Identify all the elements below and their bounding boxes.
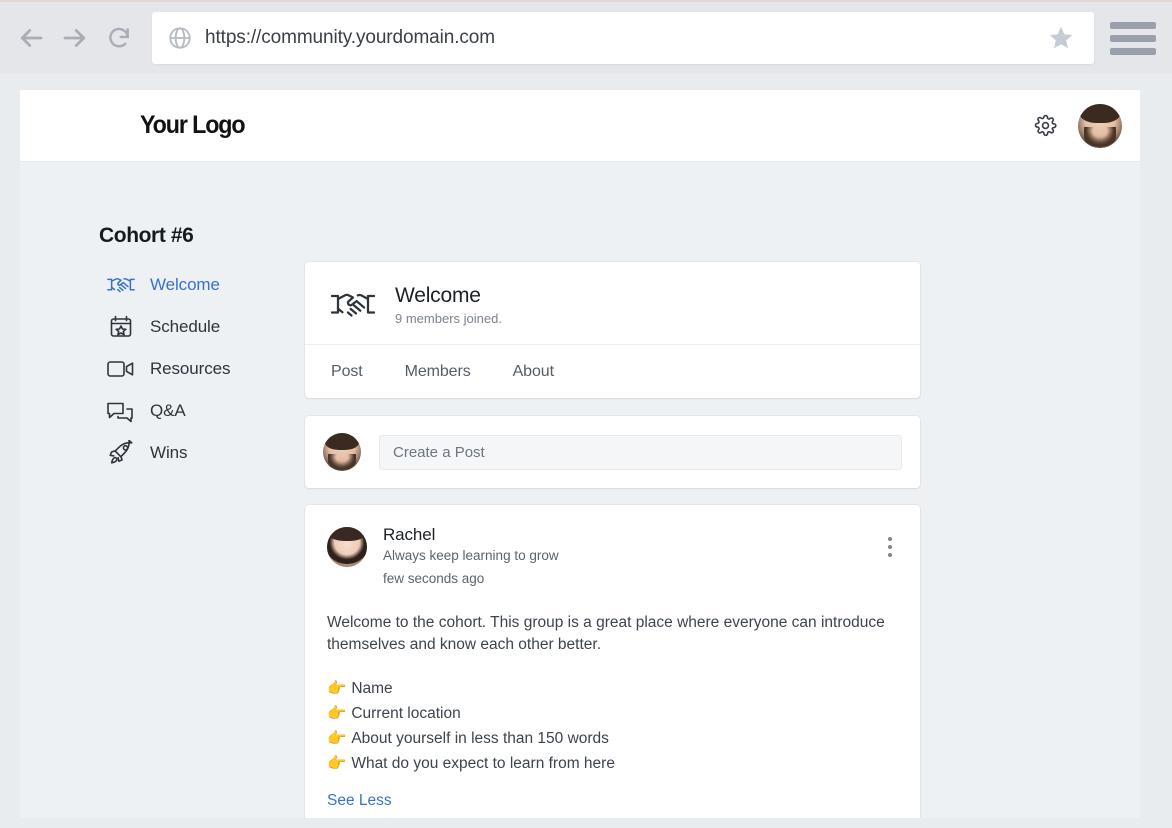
sidebar-item-label: Resources	[150, 359, 230, 379]
see-less-link[interactable]: See Less	[327, 792, 392, 810]
post-author-tagline: Always keep learning to grow	[383, 548, 559, 563]
pointing-right-icon: 👉	[327, 680, 346, 697]
post-header: Rachel Always keep learning to grow few …	[327, 525, 898, 586]
sidebar-item-qa[interactable]: Q&A	[106, 390, 305, 432]
main-column: Welcome 9 members joined. Post Members A…	[305, 162, 920, 818]
list-item: 👉 What do you expect to learn from here	[327, 751, 898, 776]
tab-post[interactable]: Post	[331, 363, 363, 381]
list-item: 👉 About yourself in less than 150 words	[327, 726, 898, 751]
dot	[888, 537, 892, 541]
list-item-label: Current location	[351, 705, 460, 722]
sidebar-item-resources[interactable]: Resources	[106, 348, 305, 390]
browser-nav-buttons	[14, 21, 136, 55]
avatar[interactable]	[323, 433, 361, 471]
list-item-label: Name	[351, 680, 392, 697]
sidebar: Cohort #6 Welcome	[20, 162, 305, 818]
post-body-text: Welcome to the cohort. This group is a g…	[327, 612, 898, 657]
list-item: 👉 Name	[327, 676, 898, 701]
group-meta: Welcome 9 members joined.	[395, 284, 502, 326]
pointing-right-icon: 👉	[327, 755, 346, 772]
group-header: Welcome 9 members joined.	[305, 262, 920, 344]
list-item-label: About yourself in less than 150 words	[351, 730, 609, 747]
dot	[888, 553, 892, 557]
page-body: Cohort #6 Welcome	[20, 162, 1140, 818]
url-text: https://community.yourdomain.com	[205, 27, 495, 49]
group-title: Welcome	[395, 284, 502, 308]
hamburger-bar	[1110, 48, 1156, 55]
create-post-input[interactable]: Create a Post	[379, 435, 902, 470]
list-item: 👉 Current location	[327, 701, 898, 726]
sidebar-item-schedule[interactable]: Schedule	[106, 306, 305, 348]
post-timestamp: few seconds ago	[383, 571, 559, 586]
hamburger-bar	[1110, 35, 1156, 42]
post-author-name[interactable]: Rachel	[383, 525, 559, 545]
post-card: Rachel Always keep learning to grow few …	[305, 505, 920, 818]
site-header: Your Logo	[20, 90, 1140, 162]
rocket-icon	[106, 440, 136, 466]
more-vertical-icon[interactable]	[888, 537, 892, 557]
list-item-label: What do you expect to learn from here	[351, 755, 615, 772]
arrow-left-icon	[16, 23, 46, 53]
star-icon[interactable]	[1046, 23, 1076, 53]
group-tabs: Post Members About	[305, 344, 920, 398]
post-author-block: Rachel Always keep learning to grow few …	[383, 525, 559, 586]
tab-members[interactable]: Members	[405, 363, 471, 381]
sidebar-item-label: Wins	[150, 443, 187, 463]
pointing-right-icon: 👉	[327, 730, 346, 747]
reload-icon	[106, 25, 132, 51]
sidebar-item-label: Welcome	[150, 275, 220, 295]
header-actions	[1034, 104, 1122, 148]
sidebar-nav: Welcome Schedule Res	[20, 264, 305, 474]
tab-about[interactable]: About	[513, 363, 554, 381]
arrow-right-icon	[60, 23, 90, 53]
forward-button[interactable]	[58, 21, 92, 55]
globe-icon	[167, 25, 193, 51]
avatar[interactable]	[327, 527, 367, 567]
post-bullet-list: 👉 Name 👉 Current location 👉 About yourself …	[327, 676, 898, 776]
sidebar-item-welcome[interactable]: Welcome	[106, 264, 305, 306]
calendar-star-icon	[106, 314, 136, 340]
reload-button[interactable]	[102, 21, 136, 55]
group-member-count: 9 members joined.	[395, 311, 502, 326]
handshake-icon	[106, 272, 136, 298]
address-bar[interactable]: https://community.yourdomain.com	[152, 12, 1094, 64]
sidebar-item-label: Schedule	[150, 317, 220, 337]
gear-icon[interactable]	[1034, 114, 1057, 137]
sidebar-item-wins[interactable]: Wins	[106, 432, 305, 474]
avatar[interactable]	[1078, 104, 1122, 148]
page-viewport: Your Logo Cohort #6	[20, 90, 1140, 818]
sidebar-item-label: Q&A	[150, 401, 186, 421]
browser-toolbar: https://community.yourdomain.com	[0, 0, 1172, 74]
pointing-right-icon: 👉	[327, 705, 346, 722]
back-button[interactable]	[14, 21, 48, 55]
handshake-icon	[329, 285, 377, 325]
hamburger-bar	[1110, 22, 1156, 29]
video-camera-icon	[106, 356, 136, 382]
hamburger-menu-icon[interactable]	[1110, 22, 1156, 55]
dot	[888, 545, 892, 549]
site-logo[interactable]: Your Logo	[140, 111, 244, 140]
post-composer: Create a Post	[305, 416, 920, 488]
chat-bubbles-icon	[106, 398, 136, 424]
sidebar-title: Cohort #6	[99, 224, 305, 248]
group-card: Welcome 9 members joined. Post Members A…	[305, 262, 920, 398]
